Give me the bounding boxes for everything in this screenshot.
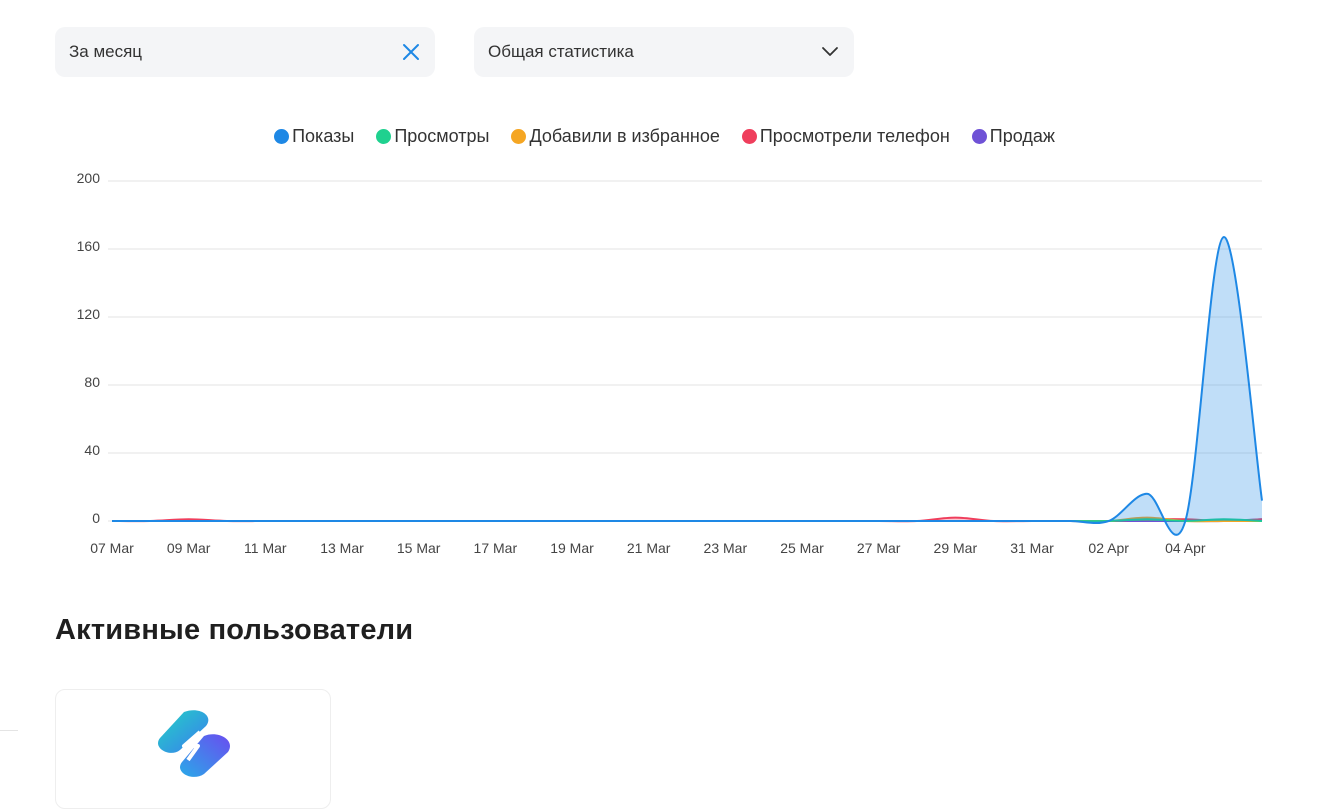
edge-divider <box>0 730 18 731</box>
y-tick-label: 160 <box>77 238 101 254</box>
x-tick-label: 04 Apr <box>1165 540 1206 556</box>
chevron-down-icon <box>820 42 840 62</box>
statistics-chart: 0 40 80 120 160 200 07 Mar 09 Mar 11 Mar 13 Mar 15… <box>77 170 1263 556</box>
legend-label: Продаж <box>989 126 1055 146</box>
legend-item[interactable]: Просмотры <box>376 126 489 147</box>
user-logo <box>158 710 230 777</box>
x-tick-label: 09 Mar <box>167 540 211 556</box>
legend-label: Просмотры <box>394 126 490 146</box>
section-title: Активные пользователи <box>55 614 414 646</box>
y-tick-label: 200 <box>77 170 101 186</box>
x-tick-label: 15 Mar <box>397 540 441 556</box>
statistics-type-select[interactable]: Общая статистика <box>474 27 854 77</box>
legend-marker <box>511 129 527 144</box>
y-tick-label: 120 <box>77 306 101 322</box>
y-tick-label: 80 <box>84 374 100 390</box>
x-tick-label: 07 Mar <box>90 540 134 556</box>
x-tick-label: 25 Mar <box>780 540 824 556</box>
x-tick-label: 13 Mar <box>320 540 364 556</box>
legend-marker <box>274 129 290 144</box>
legend-marker <box>376 129 392 144</box>
legend-marker <box>971 129 987 144</box>
x-tick-label: 19 Mar <box>550 540 594 556</box>
active-user-card[interactable] <box>55 689 331 809</box>
legend-item[interactable]: Просмотрели телефон <box>741 126 950 147</box>
period-filter-value: За месяц <box>69 42 143 61</box>
legend-marker <box>741 129 757 144</box>
series-line <box>112 236 1263 536</box>
legend-item[interactable]: Добавили в избранное <box>511 126 720 147</box>
x-tick-label: 21 Mar <box>627 540 671 556</box>
legend-label: Просмотрели телефон <box>759 126 950 146</box>
x-tick-label: 02 Apr <box>1088 540 1129 556</box>
series-area <box>112 237 1262 535</box>
y-tick-label: 40 <box>84 442 100 458</box>
x-tick-label: 23 Mar <box>704 540 748 556</box>
y-tick-label: 0 <box>92 510 100 526</box>
legend-label: Показы <box>292 126 355 146</box>
x-tick-label: 17 Mar <box>474 540 518 556</box>
period-filter[interactable]: За месяц <box>55 27 435 77</box>
legend-item[interactable]: Показы <box>274 126 354 147</box>
legend-item[interactable]: Продаж <box>971 126 1055 147</box>
x-tick-label: 31 Mar <box>1010 540 1054 556</box>
x-tick-label: 27 Mar <box>857 540 901 556</box>
legend-label: Добавили в избранное <box>529 126 720 146</box>
statistics-type-value: Общая статистика <box>488 42 634 61</box>
close-icon[interactable] <box>401 42 421 62</box>
x-tick-label: 29 Mar <box>934 540 978 556</box>
chart-legend: Показы Просмотры Добавили в избранное Просм… <box>0 126 1329 147</box>
x-tick-label: 11 Mar <box>244 540 287 556</box>
